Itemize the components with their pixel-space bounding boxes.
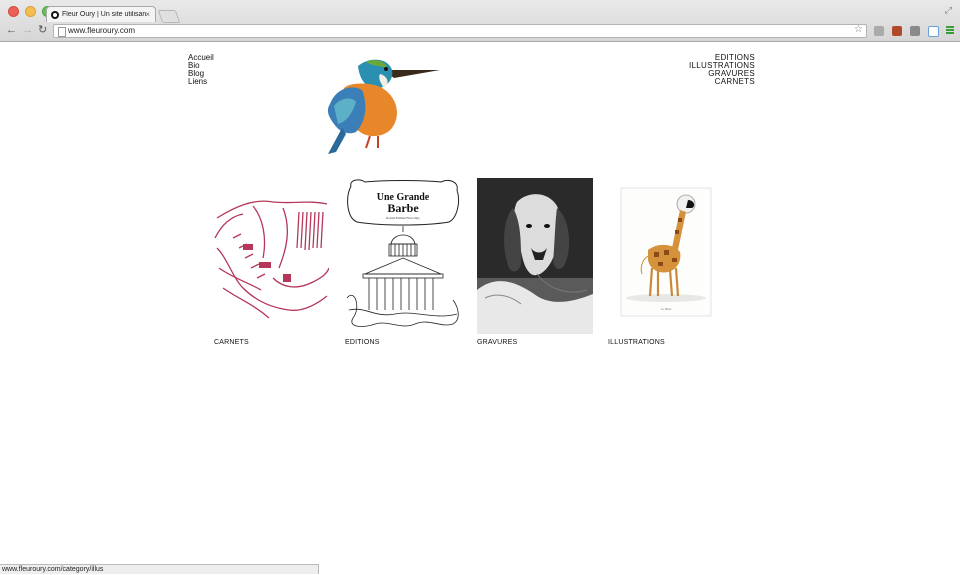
red-sketch-thumbnail[interactable] bbox=[213, 178, 329, 334]
nav-link-carnets[interactable]: CARNETS bbox=[689, 78, 755, 86]
kingfisher-logo[interactable] bbox=[322, 52, 442, 156]
extension-icon[interactable] bbox=[874, 26, 884, 36]
close-window-button[interactable] bbox=[8, 6, 19, 17]
right-nav: EDITIONS ILLUSTRATIONS GRAVURES CARNETS bbox=[689, 54, 755, 86]
book-cover-thumbnail[interactable]: Une Grande Barbe Roland Fréhllud Fleur O… bbox=[345, 178, 461, 334]
bookmark-star-icon[interactable]: ☆ bbox=[854, 24, 863, 35]
engraving-dog-thumbnail[interactable] bbox=[477, 178, 593, 334]
tab-close-icon[interactable]: × bbox=[145, 10, 150, 19]
back-button[interactable]: ← bbox=[6, 25, 17, 36]
status-bar-url: www.fleuroury.com/category/illus bbox=[0, 564, 319, 574]
site-favicon-icon bbox=[51, 10, 59, 19]
category-link-editions[interactable]: EDITIONS bbox=[345, 339, 380, 346]
left-nav: Accueil Bio Blog Liens bbox=[188, 54, 214, 86]
forward-button[interactable]: → bbox=[22, 25, 33, 36]
category-link-carnets[interactable]: CARNETS bbox=[214, 339, 249, 346]
browser-tab[interactable]: Fleur Oury | Un site utilisant × bbox=[46, 6, 156, 22]
illustration-caption: Le Haub bbox=[661, 307, 672, 311]
new-tab-button[interactable] bbox=[157, 10, 181, 23]
category-link-illustrations[interactable]: ILLUSTRATIONS bbox=[608, 339, 665, 346]
extension-icon[interactable] bbox=[928, 26, 939, 37]
browser-menu-icon[interactable] bbox=[946, 26, 954, 34]
book-title-line-2: Barbe bbox=[387, 201, 419, 215]
page-icon bbox=[58, 27, 66, 37]
nav-link-liens[interactable]: Liens bbox=[188, 78, 214, 86]
tab-title: Fleur Oury | Un site utilisant bbox=[62, 11, 146, 18]
address-bar[interactable]: www.fleuroury.com ☆ bbox=[53, 24, 867, 38]
book-authors: Roland Fréhllud Fleur Oury bbox=[386, 216, 420, 220]
fullscreen-icon[interactable]: ⤢ bbox=[945, 5, 952, 16]
giraffe-illustration-thumbnail[interactable]: Le Haub bbox=[608, 178, 724, 334]
url-text: www.fleuroury.com bbox=[68, 26, 135, 35]
reload-button[interactable]: ↻ bbox=[38, 25, 47, 36]
browser-chrome: Fleur Oury | Un site utilisant × ⤢ ← → ↻… bbox=[0, 0, 960, 42]
extension-icon[interactable] bbox=[910, 26, 920, 36]
minimize-window-button[interactable] bbox=[25, 6, 36, 17]
extension-icon[interactable] bbox=[892, 26, 902, 36]
category-link-gravures[interactable]: GRAVURES bbox=[477, 339, 517, 346]
